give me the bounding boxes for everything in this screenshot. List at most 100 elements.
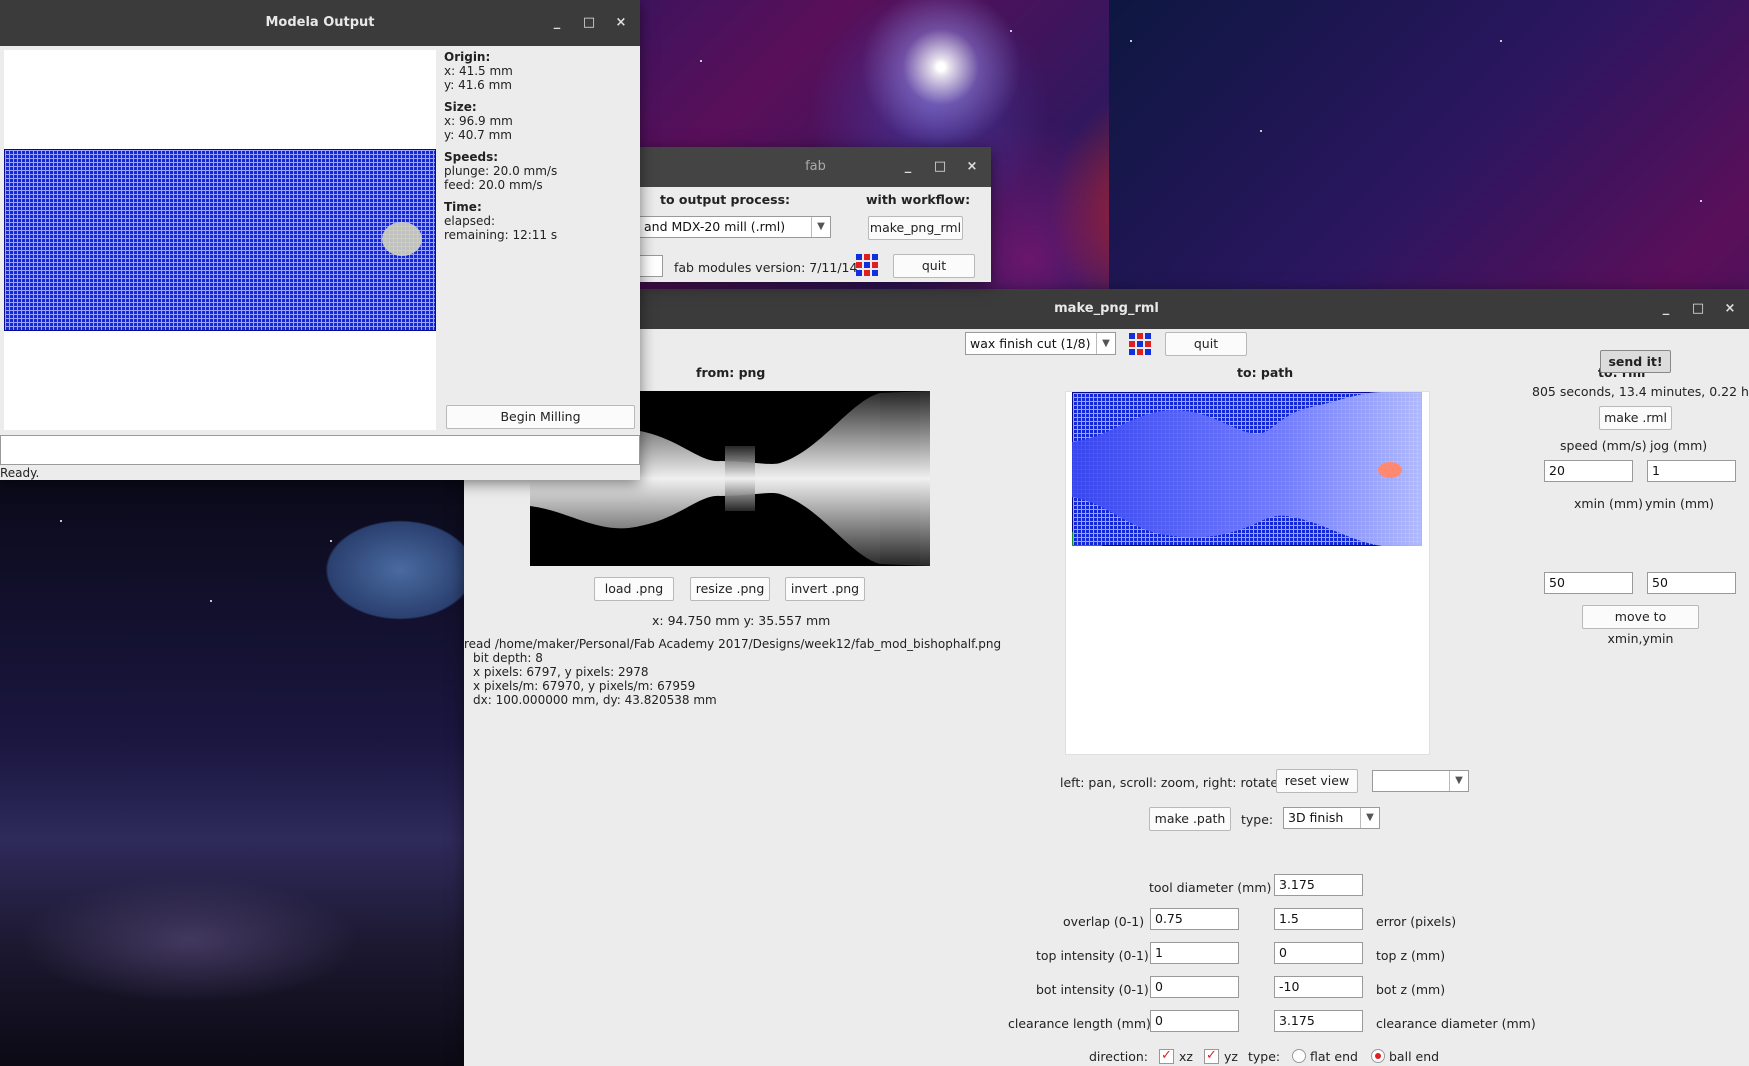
wallpaper-planet (0, 470, 465, 1066)
minimize-icon[interactable]: _ (550, 0, 564, 46)
dir-xz-label: xz (1179, 1049, 1193, 1064)
time-label: Time: (444, 200, 482, 214)
toolpath-shape (1072, 392, 1422, 546)
jog-input[interactable]: 1 (1647, 460, 1736, 482)
size-label: Size: (444, 100, 477, 114)
file-info-bit-depth: bit depth: 8 (473, 651, 543, 665)
ymin-label: ymin (mm) (1645, 496, 1715, 511)
make-title-bar[interactable]: make_png_rml _ □ × (464, 289, 1749, 329)
error-label: error (pixels) (1376, 914, 1457, 929)
begin-milling-button[interactable]: Begin Milling (446, 405, 635, 429)
make-png-rml-window: make_png_rml _ □ × wax finish cut (1/8) … (464, 289, 1749, 1066)
overlap-input[interactable]: 0.75 (1150, 908, 1239, 930)
modela-status: Ready. (0, 466, 40, 480)
fab-quit-button[interactable]: quit (893, 254, 975, 278)
tool-diameter-label: tool diameter (mm) (1149, 880, 1272, 895)
speed-input[interactable]: 20 (1544, 460, 1633, 482)
preset-select[interactable]: wax finish cut (1/8) ▼ (965, 332, 1116, 355)
dir-yz-checkbox[interactable]: ✓ (1204, 1049, 1219, 1064)
minimize-icon[interactable]: _ (1659, 289, 1673, 329)
ball-end-radio[interactable] (1371, 1049, 1385, 1063)
size-x: x: 96.9 mm (444, 114, 513, 128)
ball-end-label: ball end (1389, 1049, 1440, 1064)
origin-y: y: 41.6 mm (444, 78, 512, 92)
fab-logo-icon (1129, 333, 1151, 355)
error-input[interactable]: 1.5 (1274, 908, 1363, 930)
output-process-select[interactable]: and MDX-20 mill (.rml) ▼ (640, 216, 831, 238)
modela-command-field[interactable] (0, 435, 640, 465)
bot-intensity-input[interactable]: 0 (1150, 976, 1239, 998)
close-icon[interactable]: × (965, 147, 979, 187)
size-y: y: 40.7 mm (444, 128, 512, 142)
fab-window: fab _ □ × to output process: with workfl… (640, 147, 991, 282)
feed-speed: feed: 20.0 mm/s (444, 178, 543, 192)
png-coordinates: x: 94.750 mm y: 35.557 mm (652, 613, 831, 628)
fab-text-field[interactable] (640, 255, 663, 277)
preset-select-value: wax finish cut (1/8) (970, 336, 1091, 351)
maximize-icon[interactable]: □ (582, 0, 596, 46)
resize-png-button[interactable]: resize .png (690, 577, 770, 601)
chevron-down-icon: ▼ (1096, 333, 1115, 354)
top-z-input[interactable]: 0 (1274, 942, 1363, 964)
speed-label: speed (mm/s) (1560, 438, 1647, 453)
fab-title-bar[interactable]: fab _ □ × (640, 147, 991, 187)
close-icon[interactable]: × (614, 0, 628, 46)
invert-png-button[interactable]: invert .png (785, 577, 865, 601)
view-select[interactable]: ▼ (1372, 770, 1469, 792)
reset-view-button[interactable]: reset view (1276, 769, 1358, 793)
ball-end-radio-dot (1375, 1053, 1381, 1059)
flat-end-radio[interactable] (1292, 1049, 1306, 1063)
top-intensity-label: top intensity (0-1) (1036, 948, 1149, 963)
tool-diameter-input[interactable]: 3.175 (1274, 874, 1363, 896)
time-elapsed: elapsed: (444, 214, 495, 228)
file-info-dx-dy: dx: 100.000000 mm, dy: 43.820538 mm (473, 693, 717, 707)
modela-info-panel: Origin: x: 41.5 mm y: 41.6 mm Size: x: 9… (444, 50, 557, 242)
speeds-label: Speeds: (444, 150, 499, 164)
minimize-icon[interactable]: _ (901, 147, 915, 187)
to-path-header: to: path (1237, 365, 1294, 380)
overlap-label: overlap (0-1) (1063, 914, 1145, 929)
bot-z-input[interactable]: -10 (1274, 976, 1363, 998)
time-remaining: remaining: 12:11 s (444, 228, 558, 242)
file-info-pixels-per-m: x pixels/m: 67970, y pixels/m: 67959 (473, 679, 696, 693)
clearance-diameter-input[interactable]: 3.175 (1274, 1010, 1363, 1032)
tool-position-marker (382, 222, 422, 256)
load-png-button[interactable]: load .png (594, 577, 674, 601)
modela-output-window: Modela Output _ □ × Origin: x: 41.5 mm y… (0, 0, 640, 480)
output-process-label: to output process: (660, 192, 791, 207)
make-rml-button[interactable]: make .rml (1599, 406, 1672, 430)
type-label: type: (1241, 812, 1274, 827)
milling-preview (4, 50, 436, 430)
maximize-icon[interactable]: □ (933, 147, 947, 187)
fab-version: fab modules version: 7/11/14 (674, 260, 858, 275)
send-it-button[interactable]: send it! (1600, 350, 1671, 373)
workflow-button[interactable]: make_png_rml (868, 216, 963, 240)
path-type-value: 3D finish (1288, 810, 1344, 825)
make-window-title: make_png_rml (1054, 301, 1159, 316)
path-type-select[interactable]: 3D finish ▼ (1283, 807, 1380, 829)
plunge-speed: plunge: 20.0 mm/s (444, 164, 558, 178)
path-3d-view[interactable] (1065, 391, 1430, 755)
clearance-length-label: clearance length (mm) (1008, 1016, 1151, 1031)
origin-x: x: 41.5 mm (444, 64, 513, 78)
make-path-button[interactable]: make .path (1149, 807, 1231, 831)
close-icon[interactable]: × (1723, 289, 1737, 329)
clearance-length-input[interactable]: 0 (1150, 1010, 1239, 1032)
modela-window-title: Modela Output (265, 15, 375, 30)
modela-title-bar[interactable]: Modela Output _ □ × (0, 0, 640, 46)
top-intensity-input[interactable]: 1 (1150, 942, 1239, 964)
xmin-input[interactable]: 50 (1544, 572, 1633, 594)
fab-logo-icon (856, 254, 878, 276)
maximize-icon[interactable]: □ (1691, 289, 1705, 329)
chevron-down-icon: ▼ (811, 217, 830, 237)
end-type-label: type: (1248, 1049, 1281, 1064)
make-quit-button[interactable]: quit (1165, 332, 1247, 356)
origin-label: Origin: (444, 50, 491, 64)
move-xmin-ymin-button[interactable]: move to xmin,ymin (1582, 605, 1699, 646)
ymin-input[interactable]: 50 (1647, 572, 1736, 594)
view-help-text: left: pan, scroll: zoom, right: rotate (1060, 775, 1279, 790)
dir-xz-checkbox[interactable]: ✓ (1159, 1049, 1174, 1064)
from-png-header: from: png (696, 365, 766, 380)
clearance-diameter-label: clearance diameter (mm) (1376, 1016, 1536, 1031)
bot-z-label: bot z (mm) (1376, 982, 1446, 997)
